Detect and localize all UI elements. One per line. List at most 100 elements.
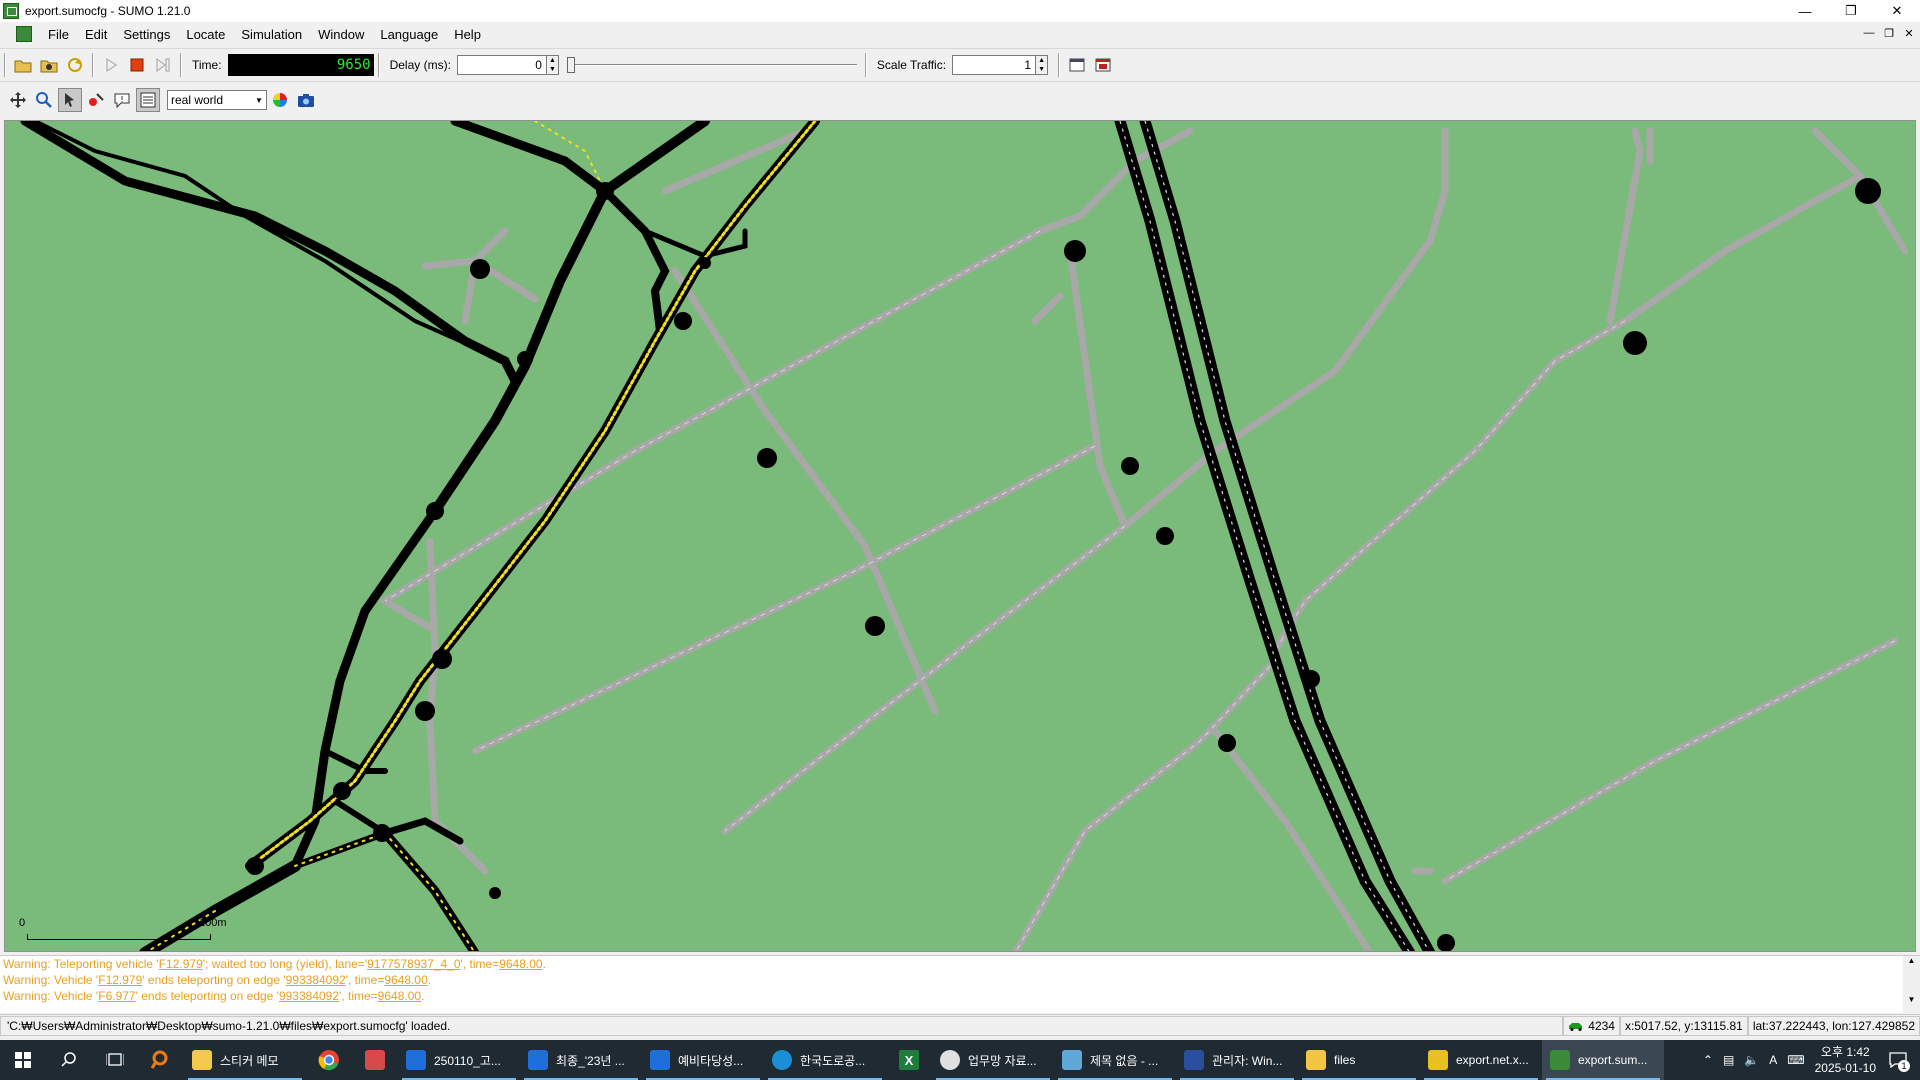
- cursor-xy: x:5017.52, y:13115.81: [1619, 1015, 1748, 1036]
- restore-button[interactable]: ❐: [1828, 0, 1874, 22]
- taskbar-app-explorer[interactable]: files: [1298, 1040, 1420, 1080]
- taskbar-app-label: export.sum...: [1578, 1053, 1648, 1067]
- taskbar-app-sticky-notes[interactable]: 스티커 메모: [184, 1040, 306, 1080]
- vehicle-link[interactable]: F6.977: [98, 989, 135, 1003]
- taskbar-app-sumo[interactable]: export.sum...: [1542, 1040, 1664, 1080]
- scroll-track[interactable]: [1903, 965, 1920, 995]
- clock[interactable]: 오후 1:42 2025-01-10: [1815, 1044, 1876, 1076]
- tooltip-toggle-button[interactable]: [110, 88, 134, 112]
- step-button[interactable]: [151, 53, 175, 77]
- edge-link[interactable]: 993384092: [279, 989, 339, 1003]
- road-network[interactable]: [5, 121, 1916, 952]
- time-link[interactable]: 9648.00: [384, 973, 427, 987]
- lane-link[interactable]: 9177578937_4_0: [367, 957, 460, 971]
- time-link[interactable]: 9648.00: [378, 989, 421, 1003]
- menu-locate[interactable]: Locate: [178, 27, 233, 42]
- menu-window[interactable]: Window: [310, 27, 372, 42]
- menu-settings[interactable]: Settings: [115, 27, 178, 42]
- screenshot-button[interactable]: [294, 88, 318, 112]
- taskbar-app-edge[interactable]: 한국도로공...: [764, 1040, 886, 1080]
- locate-junction-button[interactable]: [58, 88, 82, 112]
- viewport-icon: [140, 92, 156, 108]
- edit-viewport-button[interactable]: [136, 88, 160, 112]
- message-text: .: [421, 989, 425, 1003]
- document-app-icon: [406, 1050, 426, 1070]
- menu-bar: File Edit Settings Locate Simulation Win…: [0, 22, 1920, 46]
- open-network-button[interactable]: [37, 53, 61, 77]
- taskbar-app-cloud[interactable]: 업무망 자료...: [932, 1040, 1054, 1080]
- menu-edit[interactable]: Edit: [77, 27, 115, 42]
- taskbar-app-doc-2[interactable]: 최종_'23년 ...: [520, 1040, 642, 1080]
- delay-slider-thumb[interactable]: [566, 57, 575, 73]
- stop-icon: [130, 58, 144, 72]
- new-3d-view-button[interactable]: [1091, 53, 1115, 77]
- stop-button[interactable]: [125, 53, 149, 77]
- menu-help[interactable]: Help: [446, 27, 489, 42]
- menu-simulation[interactable]: Simulation: [233, 27, 310, 42]
- message-window[interactable]: Warning: Teleporting vehicle 'F12.979'; …: [0, 955, 1920, 1014]
- network-icon[interactable]: ▤: [1723, 1053, 1734, 1067]
- menu-file[interactable]: File: [40, 27, 77, 42]
- zoom-button[interactable]: [32, 88, 56, 112]
- chrome-icon: [318, 1050, 339, 1071]
- keyboard-icon[interactable]: ⌨: [1787, 1053, 1804, 1067]
- volume-icon[interactable]: 🔈: [1744, 1053, 1759, 1067]
- taskbar-app-doc-1[interactable]: 250110_고...: [398, 1040, 520, 1080]
- edit-coloring-button[interactable]: [268, 88, 292, 112]
- time-link[interactable]: 9648.00: [499, 957, 542, 971]
- scale-traffic-spin-buttons[interactable]: ▲ ▼: [1036, 55, 1049, 75]
- delay-input[interactable]: 0: [456, 55, 547, 75]
- system-tray: ⌃ ▤ 🔈 A ⌨ 오후 1:42 2025-01-10 1: [1703, 1040, 1920, 1080]
- task-view-button[interactable]: [92, 1040, 138, 1080]
- edge-link[interactable]: 993384092: [286, 973, 346, 987]
- toolbar-separator: [92, 53, 94, 77]
- recenter-view-button[interactable]: [6, 88, 30, 112]
- message-text: .: [427, 973, 432, 987]
- message-scrollbar[interactable]: ▲ ▼: [1903, 956, 1920, 1014]
- vehicle-link[interactable]: F12.979: [159, 957, 203, 971]
- scale-traffic-input[interactable]: 1: [952, 55, 1037, 75]
- taskbar-app-doc-3[interactable]: 예비타당성...: [642, 1040, 764, 1080]
- scale-traffic-label: Scale Traffic:: [876, 58, 947, 72]
- delay-spin-buttons[interactable]: ▲ ▼: [546, 55, 559, 75]
- search-button[interactable]: [46, 1040, 92, 1080]
- color-scheme-select[interactable]: real world ▼: [167, 90, 267, 110]
- close-button[interactable]: ✕: [1874, 0, 1920, 22]
- taskbar-app-label: 250110_고...: [434, 1053, 501, 1068]
- scroll-up-icon[interactable]: ▲: [1903, 956, 1920, 965]
- mdi-close-button[interactable]: ✕: [1902, 26, 1916, 40]
- document-icon[interactable]: [16, 26, 32, 42]
- menu-language[interactable]: Language: [372, 27, 446, 42]
- mdi-minimize-button[interactable]: —: [1862, 26, 1876, 40]
- chevron-down-icon: ▼: [255, 95, 263, 105]
- locate-vehicle-button[interactable]: [84, 88, 108, 112]
- reload-icon: [68, 58, 82, 72]
- start-button[interactable]: [0, 1040, 46, 1080]
- taskbar-app-notepad[interactable]: 제목 없음 - ...: [1054, 1040, 1176, 1080]
- scroll-down-icon[interactable]: ▼: [1903, 995, 1920, 1004]
- move-arrows-icon: [10, 92, 26, 108]
- minimize-button[interactable]: —: [1782, 0, 1828, 22]
- taskbar-app-label: 관리자: Win...: [1212, 1053, 1283, 1068]
- taskbar-app-powershell[interactable]: 관리자: Win...: [1176, 1040, 1298, 1080]
- ime-indicator[interactable]: A: [1769, 1053, 1777, 1067]
- taskbar-app-excel[interactable]: X: [886, 1040, 932, 1080]
- mdi-restore-button[interactable]: ❐: [1882, 26, 1896, 40]
- network-view[interactable]: 0 100m: [4, 120, 1916, 952]
- pinned-search-app[interactable]: [138, 1040, 184, 1080]
- play-icon: [106, 58, 117, 72]
- open-simulation-button[interactable]: [11, 53, 35, 77]
- taskbar-app-chrome[interactable]: [306, 1040, 352, 1080]
- window-3d-icon: [1095, 58, 1111, 72]
- taskbar-app-netedit[interactable]: export.net.x...: [1420, 1040, 1542, 1080]
- run-button[interactable]: [99, 53, 123, 77]
- delay-slider[interactable]: [565, 55, 857, 75]
- toolbar-separator: [1058, 53, 1061, 77]
- taskbar-app-label: 최종_'23년 ...: [556, 1053, 625, 1068]
- reload-button[interactable]: [63, 53, 87, 77]
- new-view-button[interactable]: [1065, 53, 1089, 77]
- chevron-up-icon[interactable]: ⌃: [1703, 1053, 1713, 1067]
- notification-button[interactable]: 1: [1886, 1048, 1910, 1072]
- vehicle-link[interactable]: F12.979: [98, 973, 142, 987]
- taskbar-app-red[interactable]: [352, 1040, 398, 1080]
